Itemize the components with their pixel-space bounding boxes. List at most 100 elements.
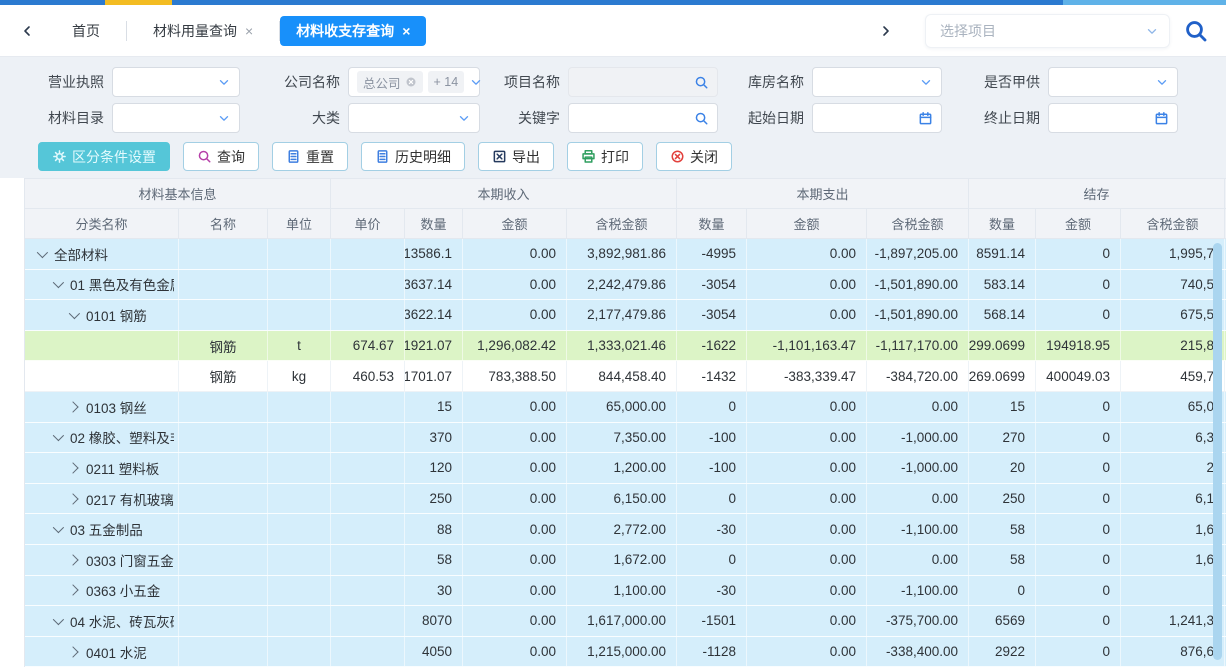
gear-icon (52, 149, 67, 164)
project-select[interactable]: 选择项目 (925, 14, 1170, 48)
expander-open-icon[interactable] (53, 522, 64, 533)
table-row[interactable]: 0303 门窗五金580.001,672.0000.000.005801,6 (25, 545, 1226, 576)
tab-label: 首页 (72, 21, 100, 41)
cell-name (179, 423, 268, 453)
cell-category: 02 橡胶、塑料及非 (25, 423, 179, 453)
project-search-icon[interactable] (1184, 19, 1208, 43)
category-label: 0103 钢丝 (86, 397, 147, 417)
tab-close-icon[interactable]: × (402, 24, 410, 38)
cell-out-tax: 0.00 (867, 545, 969, 575)
cell-out-amt: 0.00 (747, 606, 867, 636)
cell-name (179, 606, 268, 636)
cell-bal-amt: 0 (1036, 239, 1121, 269)
toolbar-button[interactable]: 打印 (567, 142, 643, 171)
cell-out-tax: 0.00 (867, 484, 969, 514)
filter-select[interactable] (1048, 67, 1178, 97)
table-row[interactable]: 01 黑色及有色金属3637.140.002,242,479.86-30540.… (25, 270, 1226, 301)
cell-bal-amt: 0 (1036, 576, 1121, 606)
category-label: 0101 钢筋 (86, 305, 147, 325)
expander-open-icon[interactable] (53, 277, 64, 288)
search-input[interactable] (568, 103, 718, 133)
cell-name (179, 392, 268, 422)
calendar-icon[interactable] (1154, 111, 1169, 126)
search-input[interactable] (568, 67, 718, 97)
condition-settings-button[interactable]: 区分条件设置 (38, 142, 170, 171)
expander-closed-icon[interactable] (67, 462, 78, 473)
toolbar-button[interactable]: 历史明细 (361, 142, 465, 171)
filter-select[interactable]: 总公司+ 14 (348, 67, 480, 97)
cell-bal-qty: 0 (969, 576, 1036, 606)
cell-bal-tax: 65,0 (1121, 392, 1225, 422)
selected-tag: + 14 (428, 71, 465, 93)
table-row[interactable]: 0103 钢丝150.0065,000.0000.000.0015065,0 (25, 392, 1226, 423)
search-icon[interactable] (694, 75, 709, 90)
cell-price (331, 545, 405, 575)
cell-bal-qty: 58 (969, 514, 1036, 544)
date-input[interactable] (1048, 103, 1178, 133)
tab[interactable]: 首页 (46, 16, 126, 46)
cell-bal-qty: 58 (969, 545, 1036, 575)
toolbar-button[interactable]: 查询 (183, 142, 259, 171)
cell-bal-amt: 0 (1036, 545, 1121, 575)
filter-row-2: 材料目录大类关键字起始日期终止日期 (0, 103, 1226, 133)
vertical-scrollbar[interactable] (1213, 243, 1222, 660)
cell-bal-tax: 6,1 (1121, 484, 1225, 514)
expander-closed-icon[interactable] (67, 585, 78, 596)
column-header-out-tax: 含税金额 (867, 209, 969, 238)
table-row[interactable]: 0401 水泥40500.001,215,000.00-11280.00-338… (25, 637, 1226, 667)
cell-category: 全部材料 (25, 239, 179, 269)
tag-remove-icon[interactable] (405, 76, 417, 88)
table-row[interactable]: 钢筋t674.671921.071,296,082.421,333,021.46… (25, 331, 1226, 362)
chevron-down-icon (217, 111, 231, 125)
table-row[interactable]: 0211 塑料板1200.001,200.00-1000.00-1,000.00… (25, 453, 1226, 484)
tab-close-icon[interactable]: × (245, 24, 253, 38)
table-row[interactable]: 全部材料13586.10.003,892,981.86-49950.00-1,8… (25, 239, 1226, 270)
expander-open-icon[interactable] (37, 247, 48, 258)
column-header-price: 单价 (331, 209, 405, 238)
table-row[interactable]: 04 水泥、砖瓦灰砂80700.001,617,000.00-15010.00-… (25, 606, 1226, 637)
cell-in-qty: 88 (405, 514, 463, 544)
cell-name: 钢筋 (179, 361, 268, 391)
expander-closed-icon[interactable] (67, 554, 78, 565)
button-label: 导出 (512, 147, 540, 167)
toolbar-button[interactable]: 关闭 (656, 142, 732, 171)
tabs-scroll-left-icon[interactable] (16, 20, 38, 42)
expander-open-icon[interactable] (53, 614, 64, 625)
table-row[interactable]: 0101 钢筋3622.140.002,177,479.86-30540.00-… (25, 300, 1226, 331)
excel-icon (492, 149, 507, 164)
table-row[interactable]: 0217 有机玻璃2500.006,150.0000.000.0025006,1 (25, 484, 1226, 515)
tag-label: + 14 (434, 75, 459, 89)
tabs-scroll-right-icon[interactable] (875, 20, 897, 42)
expander-closed-icon[interactable] (67, 401, 78, 412)
filter-select[interactable] (112, 103, 240, 133)
table-row[interactable]: 03 五金制品880.002,772.00-300.00-1,100.00580… (25, 514, 1226, 545)
chevron-down-icon (1145, 24, 1159, 38)
table-row[interactable]: 钢筋kg460.531701.07783,388.50844,458.40-14… (25, 361, 1226, 392)
expander-closed-icon[interactable] (67, 493, 78, 504)
expander-open-icon[interactable] (53, 430, 64, 441)
expander-closed-icon[interactable] (67, 646, 78, 657)
cell-price (331, 637, 405, 667)
cell-bal-tax: 6,3 (1121, 423, 1225, 453)
toolbar-button[interactable]: 导出 (478, 142, 554, 171)
filter-select[interactable] (812, 67, 942, 97)
filter-select[interactable] (112, 67, 240, 97)
cell-bal-qty: 583.14 (969, 270, 1036, 300)
cell-bal-qty: 2922 (969, 637, 1036, 667)
table-row[interactable]: 0363 小五金300.001,100.00-300.00-1,100.0000 (25, 576, 1226, 607)
filter-select[interactable] (348, 103, 480, 133)
tab[interactable]: 材料收支存查询× (280, 16, 426, 46)
button-label: 重置 (306, 147, 334, 167)
expander-open-icon[interactable] (69, 308, 80, 319)
toolbar-button[interactable]: 重置 (272, 142, 348, 171)
column-header-category: 分类名称 (25, 209, 179, 238)
cell-in-amt: 0.00 (463, 423, 567, 453)
date-input[interactable] (812, 103, 942, 133)
tab[interactable]: 材料用量查询× (127, 16, 279, 46)
cell-bal-qty: 299.0699 (969, 331, 1036, 361)
calendar-icon[interactable] (918, 111, 933, 126)
cell-category: 0401 水泥 (25, 637, 179, 667)
table-row[interactable]: 02 橡胶、塑料及非3700.007,350.00-1000.00-1,000.… (25, 423, 1226, 454)
search-icon[interactable] (694, 111, 709, 126)
cell-bal-amt: 0 (1036, 300, 1121, 330)
